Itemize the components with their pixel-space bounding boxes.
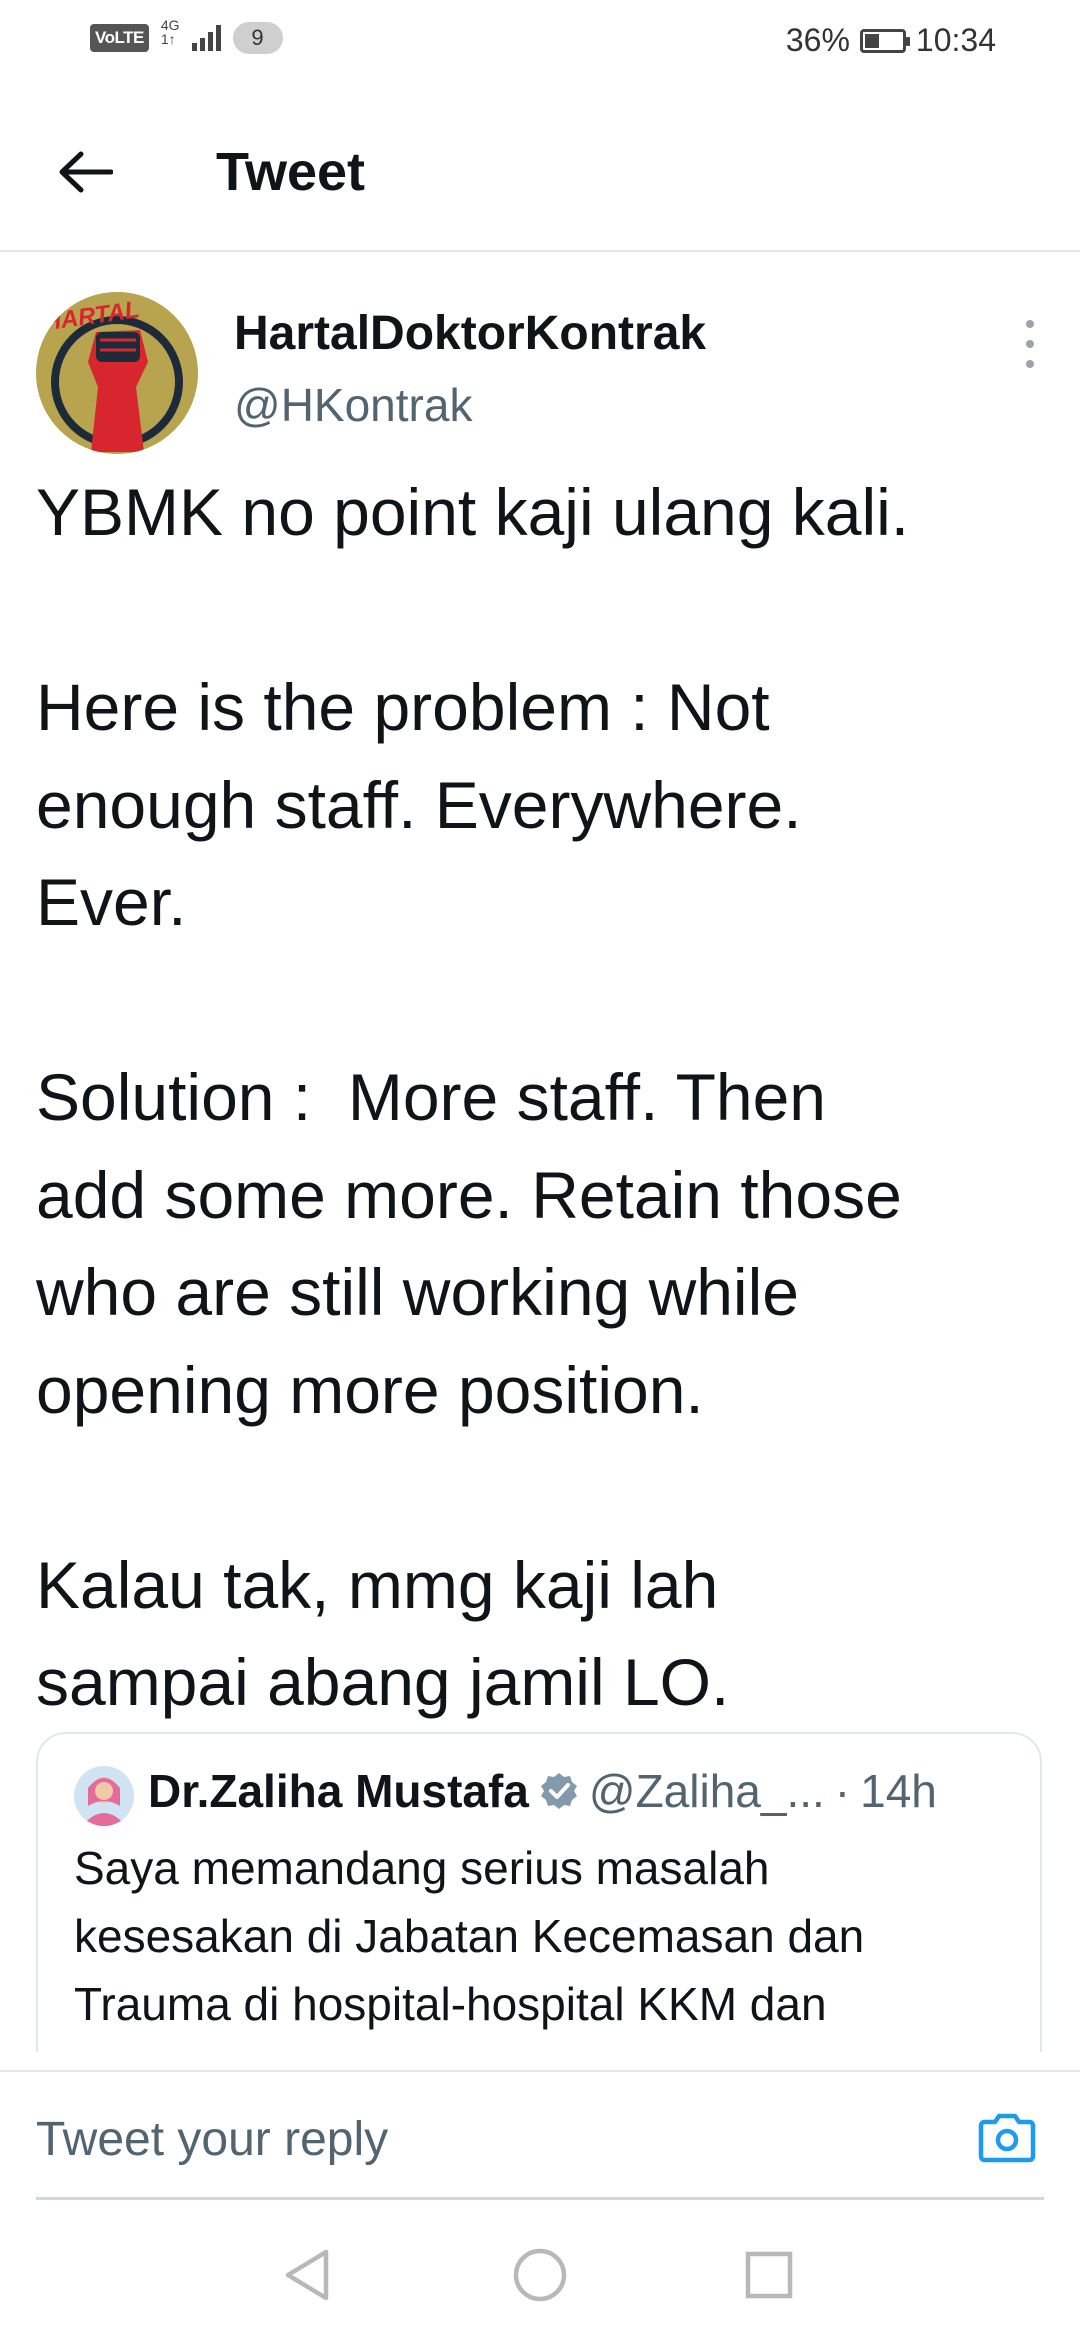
battery-icon — [859, 28, 910, 53]
notification-count-badge: 9 — [232, 22, 283, 54]
status-left: VoLTE 4G 1↑ 9 — [90, 18, 283, 54]
page-title: Tweet — [216, 142, 366, 202]
quoted-display-name: Dr.Zaliha Mustafa — [148, 1765, 529, 1817]
reply-input[interactable]: Tweet your reply — [36, 2112, 388, 2167]
more-options-button[interactable] — [1010, 314, 1050, 374]
tweet-paragraph: Solution : More staff. Then add some mor… — [36, 1060, 902, 1427]
nav-back-button[interactable] — [272, 2240, 342, 2310]
tweet-paragraph: Kalau tak, mmg kaji lah sampai abang jam… — [36, 1547, 730, 1720]
quoted-separator: · — [834, 1765, 851, 1817]
tweet-paragraph: Here is the problem : Not enough staff. … — [36, 670, 802, 939]
status-right: 36% 10:34 — [786, 22, 996, 59]
tweet-screen: VoLTE 4G 1↑ 9 36% 10:34 Tweet HARTAL Har… — [0, 0, 1080, 2340]
quoted-line: amat memahami situasi yang berlaku — [74, 2038, 1014, 2052]
more-dot — [1026, 360, 1034, 368]
quoted-line: Trauma di hospital-hospital KKM dan — [74, 1978, 827, 2030]
raised-fist-avatar-icon: HARTAL — [36, 292, 198, 454]
more-dot — [1026, 340, 1034, 348]
triangle-back-icon — [285, 2249, 329, 2301]
clock: 10:34 — [915, 22, 996, 58]
person-avatar-icon — [74, 1766, 134, 1826]
circle-home-icon — [513, 2248, 567, 2302]
quoted-line: kesesakan di Jabatan Kecemasan dan — [74, 1910, 865, 1962]
more-dot — [1026, 320, 1034, 328]
paragraph-spacer — [36, 952, 1056, 1050]
volte-badge: VoLTE — [90, 24, 149, 52]
quoted-handle: @Zaliha_... — [588, 1765, 825, 1817]
paragraph-spacer — [36, 1439, 1056, 1537]
tweet: HARTAL HartalDoktorKontrak @HKontrak YBM… — [0, 252, 1080, 2052]
system-nav-bar — [0, 2200, 1080, 2340]
tweet-paragraph: YBMK no point kaji ulang kali. — [36, 475, 910, 549]
quoted-tweet[interactable]: Dr.Zaliha Mustafa @Zaliha_... · 14h Saya… — [36, 1732, 1042, 2052]
camera-button[interactable] — [976, 2110, 1038, 2166]
quoted-line: Saya memandang serius masalah — [74, 1842, 770, 1894]
nav-home-button[interactable] — [505, 2240, 575, 2310]
tweet-body: YBMK no point kaji ulang kali. Here is t… — [36, 464, 1056, 1732]
battery-percent: 36% — [785, 22, 850, 58]
author-handle[interactable]: @HKontrak — [234, 378, 472, 432]
signal-icon — [191, 25, 221, 51]
quoted-body: Saya memandang serius masalah kesesakan … — [74, 1834, 1014, 2052]
app-header: Tweet — [0, 86, 1080, 252]
paragraph-spacer — [36, 562, 1056, 660]
reply-composer: Tweet your reply — [0, 2070, 1080, 2200]
status-bar: VoLTE 4G 1↑ 9 36% 10:34 — [0, 0, 1080, 86]
quoted-avatar — [74, 1766, 134, 1826]
nav-recents-button[interactable] — [734, 2240, 804, 2310]
network-type: 4G 1↑ — [161, 18, 180, 46]
camera-icon — [978, 2113, 1036, 2163]
quoted-timestamp: 14h — [860, 1765, 937, 1817]
back-button[interactable] — [40, 134, 130, 210]
arrow-left-icon — [59, 151, 113, 193]
avatar[interactable]: HARTAL — [36, 292, 198, 454]
square-recents-icon — [745, 2251, 793, 2299]
author-display-name[interactable]: HartalDoktorKontrak — [234, 306, 706, 361]
quoted-header: Dr.Zaliha Mustafa @Zaliha_... · 14h — [148, 1764, 937, 1818]
verified-badge-icon — [539, 1771, 579, 1811]
network-sub-label: 1↑ — [160, 31, 176, 47]
